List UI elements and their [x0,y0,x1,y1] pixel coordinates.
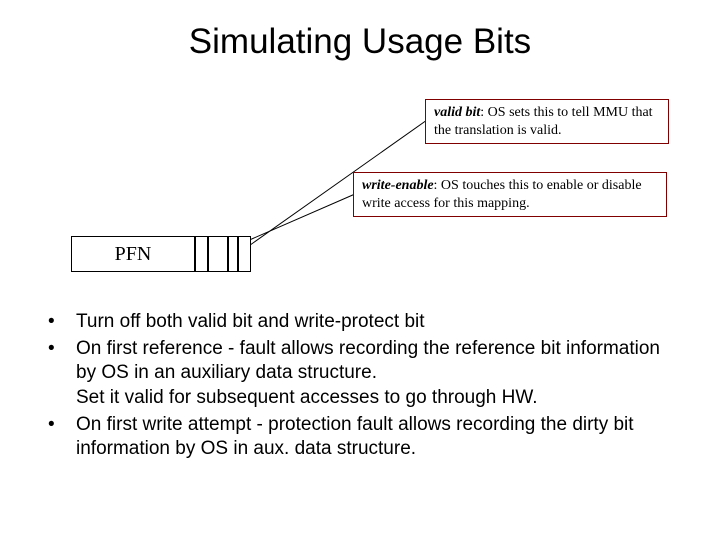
bullet-icon: • [48,413,76,462]
bullet-list: • Turn off both valid bit and write-prot… [48,310,678,464]
bullet-1: • Turn off both valid bit and write-prot… [48,310,678,335]
pte-bit-c [228,236,238,272]
callout-valid-bit: valid bit: OS sets this to tell MMU that… [425,99,669,144]
pte-bit-d [238,236,251,272]
slide-title: Simulating Usage Bits [0,0,720,62]
callout-valid-term: valid bit [434,105,480,120]
page-table-entry: PFN [71,236,251,272]
bullet-2: • On first reference - fault allows reco… [48,337,678,411]
bullet-icon: • [48,310,76,335]
callout-write-term: write-enable [362,178,434,193]
pfn-field: PFN [71,236,195,272]
bullet-1-text: Turn off both valid bit and write-protec… [76,310,678,335]
pte-bit-a [195,236,208,272]
callout-write-enable: write-enable: OS touches this to enable … [353,172,667,217]
bullet-icon: • [48,337,76,411]
bullet-3: • On first write attempt - protection fa… [48,413,678,462]
bullet-3-text: On first write attempt - protection faul… [76,413,678,462]
pte-bit-b [208,236,228,272]
bullet-2-text: On first reference - fault allows record… [76,337,678,411]
